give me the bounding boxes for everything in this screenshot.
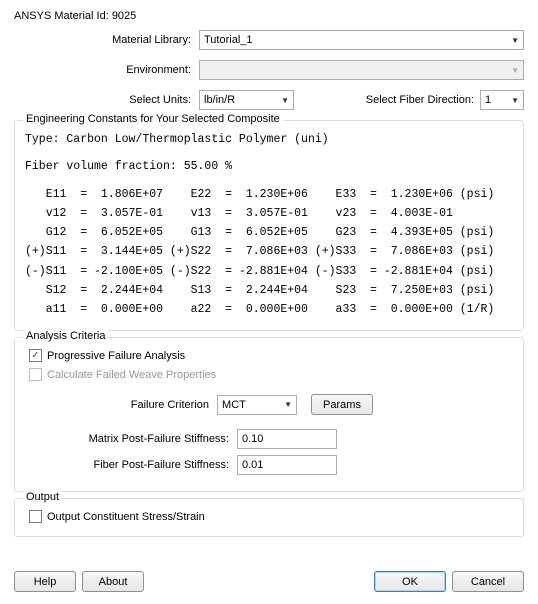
select-fiber-dir-value: 1 [485,94,491,106]
fvf-line: Fiber volume fraction: 55.00 % [25,158,513,175]
select-units-label: Select Units: [14,94,199,106]
output-legend: Output [23,491,62,503]
material-library-label: Material Library: [14,34,199,46]
analysis-criteria-group: Analysis Criteria ✓ Progressive Failure … [14,337,524,492]
cfwp-checkbox-label: Calculate Failed Weave Properties [47,369,216,381]
chevron-down-icon: ▼ [511,96,519,105]
checkbox-icon [29,510,42,523]
cfwp-checkbox: Calculate Failed Weave Properties [29,368,216,381]
matrix-pf-input[interactable] [237,429,337,449]
chevron-down-icon: ▼ [284,400,292,409]
checkbox-icon [29,368,42,381]
checkbox-icon: ✓ [29,349,42,362]
constants-row: G12 = 6.052E+05 G13 = 6.052E+05 G23 = 4.… [25,224,513,241]
cancel-button[interactable]: Cancel [452,571,524,592]
ocss-checkbox-label: Output Constituent Stress/Strain [47,511,205,523]
select-units-value: lb/in/R [204,94,235,106]
dialog-window: ANSYS Material Id: 9025 Material Library… [0,0,538,604]
matrix-pf-label: Matrix Post-Failure Stiffness: [25,433,237,445]
select-units-select[interactable]: lb/in/R ▼ [199,90,294,110]
dialog-button-bar: Help About OK Cancel [14,571,524,592]
constants-row: (-)S11 = -2.100E+05 (-)S22 = -2.881E+04 … [25,263,513,280]
about-button[interactable]: About [82,571,144,592]
constants-row: E11 = 1.806E+07 E22 = 1.230E+06 E33 = 1.… [25,186,513,203]
pfa-checkbox-label: Progressive Failure Analysis [47,350,185,362]
type-line: Type: Carbon Low/Thermoplastic Polymer (… [25,131,513,148]
engineering-constants-group: Engineering Constants for Your Selected … [14,120,524,331]
material-library-value: Tutorial_1 [204,34,253,46]
chevron-down-icon: ▼ [511,36,519,45]
output-group: Output Output Constituent Stress/Strain [14,498,524,537]
fiber-pf-input[interactable] [237,455,337,475]
constants-row: S12 = 2.244E+04 S13 = 2.244E+04 S23 = 7.… [25,282,513,299]
pfa-checkbox[interactable]: ✓ Progressive Failure Analysis [29,349,185,362]
failure-criterion-value: MCT [222,399,246,411]
engineering-constants-legend: Engineering Constants for Your Selected … [23,113,283,125]
params-button[interactable]: Params [311,394,373,415]
environment-select: ▼ [199,60,524,80]
failure-criterion-select[interactable]: MCT ▼ [217,395,297,415]
constants-row: (+)S11 = 3.144E+05 (+)S22 = 7.086E+03 (+… [25,243,513,260]
ok-button[interactable]: OK [374,571,446,592]
failure-criterion-label: Failure Criterion [25,399,217,411]
fiber-pf-label: Fiber Post-Failure Stiffness: [25,459,237,471]
constants-row: v12 = 3.057E-01 v13 = 3.057E-01 v23 = 4.… [25,205,513,222]
chevron-down-icon: ▼ [281,96,289,105]
chevron-down-icon: ▼ [511,66,519,75]
analysis-criteria-legend: Analysis Criteria [23,330,108,342]
material-id-label: ANSYS Material Id: 9025 [14,10,524,22]
select-fiber-dir-select[interactable]: 1 ▼ [480,90,524,110]
ocss-checkbox[interactable]: Output Constituent Stress/Strain [29,510,205,523]
help-button[interactable]: Help [14,571,76,592]
constants-row: a11 = 0.000E+00 a22 = 0.000E+00 a33 = 0.… [25,301,513,318]
material-library-select[interactable]: Tutorial_1 ▼ [199,30,524,50]
environment-label: Environment: [14,64,199,76]
select-fiber-dir-label: Select Fiber Direction: [366,94,480,106]
